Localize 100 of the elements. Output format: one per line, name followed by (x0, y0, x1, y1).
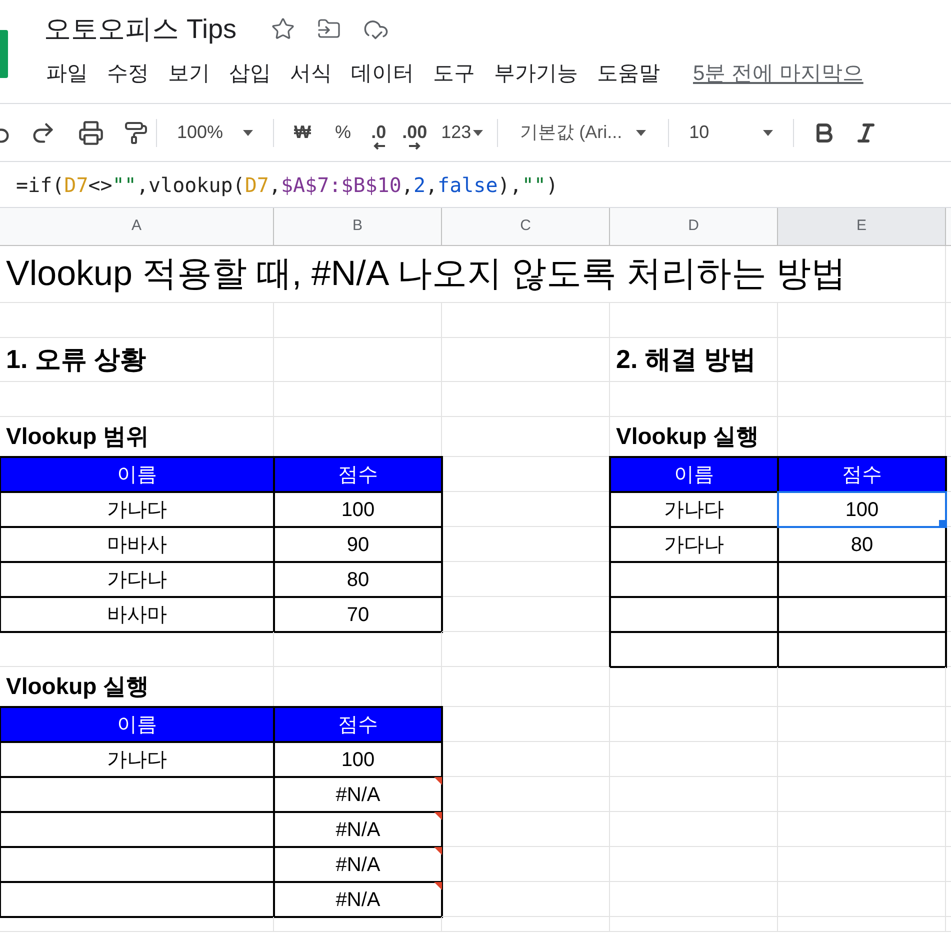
table-cell[interactable] (274, 382, 442, 417)
table-cell[interactable]: 가나다 (0, 492, 274, 527)
table-cell[interactable] (778, 303, 946, 338)
fill-handle[interactable] (939, 520, 946, 527)
table-cell[interactable] (442, 338, 610, 382)
table-cell[interactable] (442, 917, 610, 932)
table-cell[interactable]: 70 (274, 597, 442, 632)
menu-item[interactable]: 도구 (425, 58, 483, 90)
table-cell[interactable]: 80 (778, 527, 946, 562)
table-cell[interactable] (610, 917, 778, 932)
table-cell[interactable] (778, 667, 946, 707)
table-cell[interactable] (610, 632, 778, 667)
table-cell[interactable] (778, 777, 946, 812)
table-cell[interactable] (442, 667, 610, 707)
table-cell[interactable]: 가나다 (0, 742, 274, 777)
table-cell[interactable] (274, 338, 442, 382)
menu-item[interactable]: 부가기능 (486, 58, 586, 90)
table-cell[interactable] (778, 917, 946, 932)
table-cell[interactable] (442, 742, 610, 777)
menu-item[interactable]: 서식 (282, 58, 340, 90)
currency-button[interactable]: ₩ (282, 119, 324, 146)
table-cell[interactable] (0, 382, 274, 417)
heading-cell[interactable]: 1. 오류 상황 (0, 338, 274, 382)
table-cell[interactable]: 80 (274, 562, 442, 597)
error-cell[interactable]: #N/A (274, 777, 442, 812)
table-cell[interactable]: 100 (274, 742, 442, 777)
table-cell[interactable] (442, 303, 610, 338)
table-cell[interactable] (0, 917, 274, 932)
column-header[interactable]: C (442, 208, 610, 245)
table-cell[interactable] (610, 742, 778, 777)
column-header[interactable]: B (274, 208, 442, 245)
font-dropdown[interactable]: 기본값 (Ari... (506, 119, 660, 146)
zoom-dropdown[interactable]: 100% (165, 119, 266, 146)
decrease-decimals-button[interactable]: .0 (363, 116, 394, 150)
table-cell[interactable] (442, 847, 610, 882)
table-cell[interactable] (610, 812, 778, 847)
table-cell[interactable] (778, 812, 946, 847)
menu-item[interactable]: 수정 (99, 58, 157, 90)
table-cell[interactable] (778, 338, 946, 382)
table-cell[interactable] (442, 382, 610, 417)
table-cell[interactable] (442, 707, 610, 742)
menu-item[interactable]: 삽입 (221, 58, 279, 90)
percent-button[interactable]: % (323, 119, 364, 146)
table-cell[interactable] (610, 303, 778, 338)
table-cell[interactable]: 가다나 (610, 527, 778, 562)
table-cell[interactable]: 바사마 (0, 597, 274, 632)
column-header[interactable]: E (778, 208, 946, 245)
print-icon[interactable] (78, 120, 104, 146)
table-cell[interactable] (778, 847, 946, 882)
table-cell[interactable]: 100 (778, 492, 946, 527)
error-cell[interactable]: #N/A (274, 847, 442, 882)
table-cell[interactable] (610, 847, 778, 882)
table-cell[interactable] (610, 882, 778, 917)
sheets-logo-icon[interactable] (0, 30, 8, 78)
menu-item[interactable]: 파일 (38, 58, 96, 90)
table-cell[interactable] (610, 707, 778, 742)
table-cell[interactable] (778, 382, 946, 417)
table-cell[interactable] (0, 882, 274, 917)
number-format-dropdown[interactable]: 123 (435, 119, 490, 146)
column-label-cell[interactable]: 점수 (778, 457, 946, 492)
table-cell[interactable]: 마바사 (0, 527, 274, 562)
menu-item[interactable]: 데이터 (343, 58, 422, 90)
table-cell[interactable] (778, 742, 946, 777)
table-cell[interactable] (442, 417, 610, 457)
column-label-cell[interactable]: 이름 (0, 457, 274, 492)
table-cell[interactable]: 가나다 (610, 492, 778, 527)
table-cell[interactable] (274, 303, 442, 338)
table-cell[interactable]: 100 (274, 492, 442, 527)
table-cell[interactable] (442, 882, 610, 917)
column-label-cell[interactable]: 점수 (274, 457, 442, 492)
table-cell[interactable] (610, 667, 778, 707)
column-header[interactable]: A (0, 208, 274, 245)
column-label-cell[interactable]: 이름 (0, 707, 274, 742)
table-cell[interactable] (442, 777, 610, 812)
font-size-dropdown[interactable]: 10 (677, 119, 786, 146)
star-icon[interactable] (270, 17, 295, 41)
table-cell[interactable] (0, 303, 274, 338)
table-cell[interactable] (778, 632, 946, 667)
table-cell[interactable] (610, 382, 778, 417)
table-cell[interactable]: 90 (274, 527, 442, 562)
document-title[interactable]: 오토오피스 Tips (44, 8, 237, 50)
error-cell[interactable]: #N/A (274, 812, 442, 847)
column-label-cell[interactable]: 이름 (610, 457, 778, 492)
table-cell[interactable] (778, 882, 946, 917)
increase-decimals-button[interactable]: .00 (394, 116, 436, 150)
table-cell[interactable] (0, 632, 274, 667)
error-cell[interactable]: #N/A (274, 882, 442, 917)
last-edit-link[interactable]: 5분 전에 마지막으 (693, 58, 864, 90)
menu-item[interactable]: 보기 (160, 58, 218, 90)
column-label-cell[interactable]: 점수 (274, 707, 442, 742)
folder-icon[interactable] (316, 17, 341, 41)
table-cell[interactable] (778, 707, 946, 742)
table-cell[interactable] (274, 632, 442, 667)
table-cell[interactable]: 가다나 (0, 562, 274, 597)
paint-format-icon[interactable] (124, 120, 148, 144)
table-cell[interactable] (274, 917, 442, 932)
heading-cell[interactable]: 2. 해결 방법 (610, 338, 778, 382)
menu-item[interactable]: 도움말 (589, 58, 668, 90)
table-cell[interactable] (610, 777, 778, 812)
title-cell[interactable]: Vlookup 적용할 때, #N/A 나오지 않도록 처리하는 방법 (0, 246, 946, 303)
